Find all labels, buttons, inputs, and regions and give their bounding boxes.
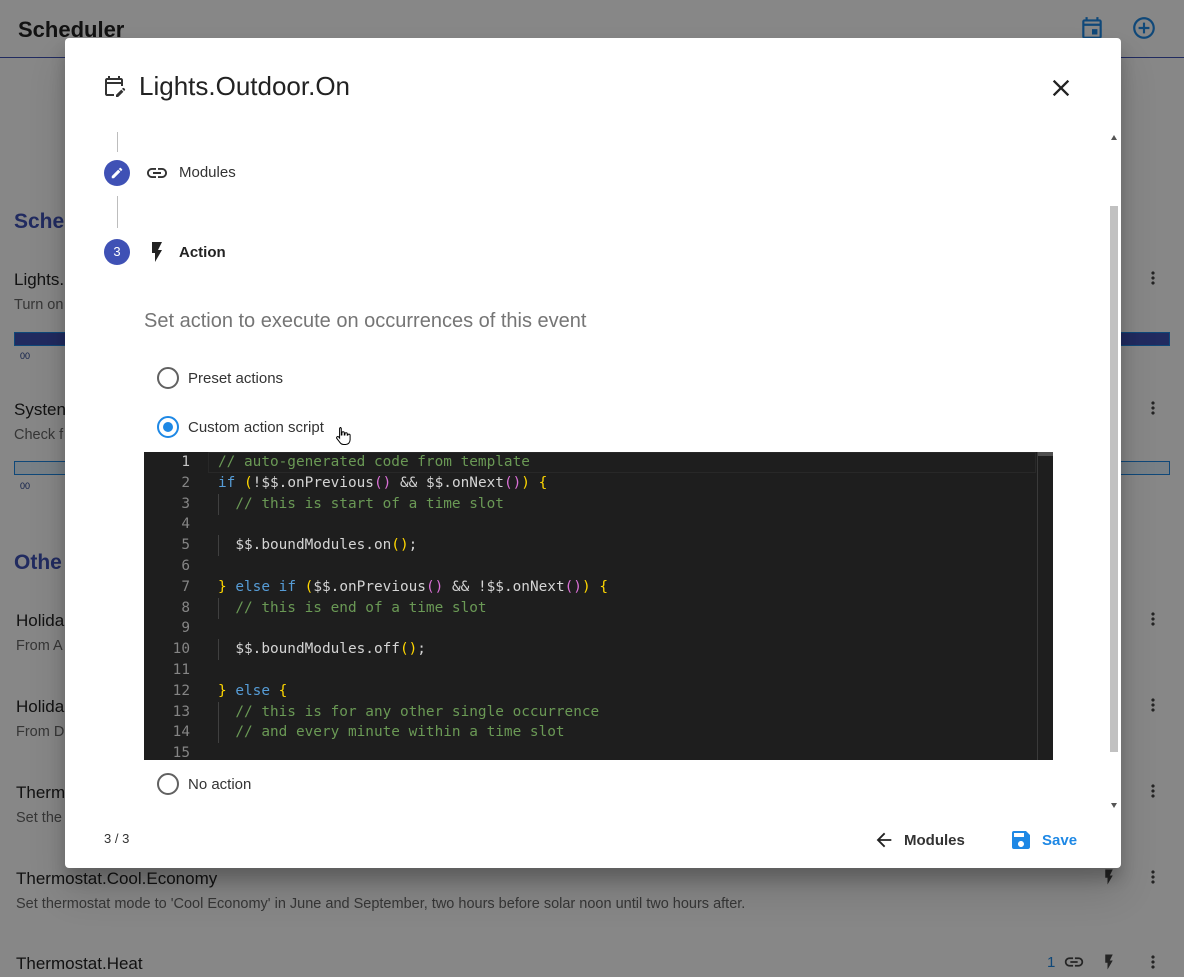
line-number: 1 <box>181 454 190 470</box>
code-line[interactable]: 11 <box>144 660 1053 681</box>
save-button[interactable]: Save <box>1009 822 1077 858</box>
arrow-back-icon <box>876 832 892 848</box>
code-line[interactable]: 2 if (!$$.onPrevious() && $$.onNext()) { <box>144 473 1053 494</box>
indent-guide <box>218 493 219 515</box>
code-line[interactable]: 12 } else { <box>144 681 1053 702</box>
dialog-scrollbar[interactable] <box>1108 132 1120 812</box>
code-text: // this is end of a time slot <box>235 599 487 616</box>
line-number: 12 <box>172 682 190 699</box>
scroll-down-arrow-icon[interactable] <box>1111 803 1117 808</box>
line-number: 14 <box>172 724 190 741</box>
code-text: } else if ($$.onPrevious() && !$$.onNext… <box>218 578 608 595</box>
bolt-icon <box>152 242 162 262</box>
stepper-connector <box>117 196 118 228</box>
code-text: // this is for any other single occurren… <box>235 703 600 720</box>
step-modules-label[interactable]: Modules <box>179 164 236 181</box>
code-line[interactable]: 1 // auto-generated code from template <box>144 452 1053 473</box>
line-number: 3 <box>181 495 190 512</box>
event-edit-dialog: Lights.Outdoor.On Modules 3 Action Set a… <box>65 38 1121 868</box>
code-text: // this is start of a time slot <box>235 495 504 512</box>
step-action-indicator[interactable]: 3 <box>104 239 130 265</box>
indent-guide <box>218 639 219 661</box>
back-button[interactable]: Modules <box>873 822 965 858</box>
stepper-connector <box>117 132 118 152</box>
dialog-content: Modules 3 Action Set action to execute o… <box>65 132 1121 812</box>
radio-label: Preset actions <box>188 369 284 387</box>
code-text: // and every minute within a time slot <box>235 724 565 741</box>
line-number: 6 <box>181 558 190 574</box>
edit-calendar-icon <box>105 76 126 97</box>
code-text: } else { <box>218 682 288 699</box>
radio-label: No action <box>188 775 252 793</box>
code-line[interactable]: 9 <box>144 618 1053 639</box>
save-icon <box>1012 831 1030 849</box>
line-number: 9 <box>181 620 190 637</box>
line-number: 4 <box>181 516 190 533</box>
radio-preset-actions[interactable]: Preset actions <box>157 367 283 389</box>
code-line[interactable]: 4 <box>144 514 1053 535</box>
save-button-label: Save <box>1042 831 1078 849</box>
pencil-icon <box>111 167 123 179</box>
link-icon <box>147 168 167 178</box>
radio-no-action[interactable]: No action <box>157 773 251 795</box>
radio-button[interactable] <box>157 367 179 389</box>
code-line[interactable]: 14 // and every minute within a time slo… <box>144 722 1053 743</box>
indent-guide <box>218 722 219 744</box>
step-count: 3 / 3 <box>104 831 130 846</box>
code-line[interactable]: 10 $$.boundModules.off(); <box>144 639 1053 660</box>
line-number: 11 <box>172 662 190 678</box>
code-line[interactable]: 7 } else if ($$.onPrevious() && !$$.onNex… <box>144 577 1053 598</box>
code-line[interactable]: 13 // this is for any other single occur… <box>144 702 1053 723</box>
code-text: $$.boundModules.off(); <box>218 641 426 658</box>
back-button-label: Modules <box>904 831 965 849</box>
line-number: 10 <box>172 641 190 658</box>
indent-guide <box>218 701 219 723</box>
hand-cursor-icon <box>336 427 351 445</box>
code-text: if (!$$.onPrevious() && $$.onNext()) { <box>218 474 548 491</box>
line-number: 8 <box>181 599 190 616</box>
code-line[interactable]: 3 // this is start of a time slot <box>144 494 1053 515</box>
dialog-title: Lights.Outdoor.On <box>139 71 351 101</box>
code-line[interactable]: 8 // this is end of a time slot <box>144 598 1053 619</box>
dialog-footer: 3 / 3 Modules Save <box>65 812 1121 868</box>
line-number: 15 <box>172 745 190 760</box>
line-number: 13 <box>172 703 190 720</box>
code-line[interactable]: 5 $$.boundModules.on(); <box>144 535 1053 556</box>
line-number: 7 <box>181 578 190 595</box>
code-text: $$.boundModules.on(); <box>218 537 418 554</box>
radio-custom-action-script[interactable]: Custom action script <box>157 416 324 438</box>
code-editor[interactable]: 1 // auto-generated code from template 2 if… <box>144 452 1053 760</box>
code-text: // auto-generated code from template <box>218 454 530 470</box>
code-line[interactable]: 15 <box>144 743 1053 760</box>
action-heading: Set action to execute on occurrences of … <box>144 310 587 332</box>
step-action-label[interactable]: Action <box>179 244 226 261</box>
line-number: 2 <box>181 474 190 491</box>
code-line[interactable]: 6 <box>144 556 1053 577</box>
scroll-up-arrow-icon[interactable] <box>1111 135 1117 140</box>
step-modules-indicator[interactable] <box>104 160 130 186</box>
scrollbar-thumb[interactable] <box>1110 206 1118 752</box>
line-number: 5 <box>181 537 190 554</box>
indent-guide <box>218 597 219 619</box>
radio-button[interactable] <box>157 773 179 795</box>
radio-button-checked[interactable] <box>157 416 179 438</box>
radio-label: Custom action script <box>188 418 324 436</box>
close-icon[interactable] <box>1047 74 1075 102</box>
indent-guide <box>218 535 219 557</box>
